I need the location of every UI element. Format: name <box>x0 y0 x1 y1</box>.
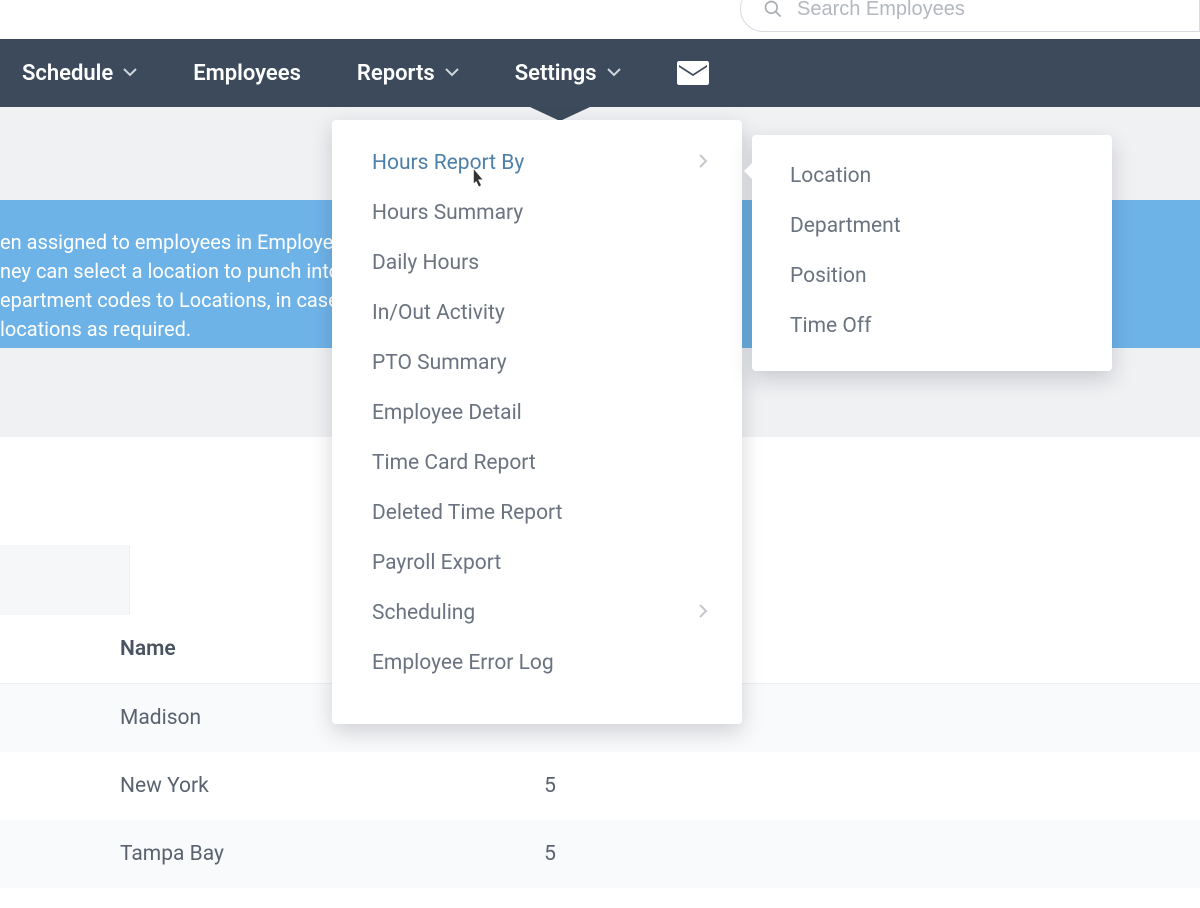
menu-payroll-export[interactable]: Payroll Export <box>332 538 742 588</box>
nav-reports[interactable]: Reports <box>357 39 459 107</box>
mail-icon <box>677 61 709 85</box>
search-icon <box>763 0 783 19</box>
table-row[interactable]: New York 5 <box>0 752 1200 820</box>
tab-block[interactable] <box>0 545 130 615</box>
chevron-down-icon <box>607 65 621 81</box>
table-row[interactable]: Tampa Bay 5 <box>0 820 1200 888</box>
nav-active-arrow <box>530 107 590 121</box>
menu-label: Payroll Export <box>372 551 501 575</box>
menu-label: Scheduling <box>372 601 475 625</box>
menu-employee-detail[interactable]: Employee Detail <box>332 388 742 438</box>
menu-label: Hours Report By <box>372 151 524 175</box>
cell-value: 5 <box>500 842 600 866</box>
nav-reports-label: Reports <box>357 61 435 86</box>
submenu-position[interactable]: Position <box>752 251 1112 301</box>
submenu-notch <box>744 161 754 181</box>
hours-report-by-submenu: Location Department Position Time Off <box>752 135 1112 371</box>
menu-scheduling[interactable]: Scheduling <box>332 588 742 638</box>
menu-pto-summary[interactable]: PTO Summary <box>332 338 742 388</box>
chevron-down-icon <box>123 65 137 81</box>
submenu-time-off[interactable]: Time Off <box>752 301 1112 351</box>
menu-label: Time Card Report <box>372 451 536 475</box>
menu-label: Daily Hours <box>372 251 479 275</box>
menu-label: Deleted Time Report <box>372 501 563 525</box>
search-field-wrap[interactable] <box>740 0 1200 32</box>
submenu-department[interactable]: Department <box>752 201 1112 251</box>
chevron-down-icon <box>445 65 459 81</box>
menu-daily-hours[interactable]: Daily Hours <box>332 238 742 288</box>
nav-schedule[interactable]: Schedule <box>22 39 137 107</box>
menu-time-card-report[interactable]: Time Card Report <box>332 438 742 488</box>
menu-label: Employee Error Log <box>372 651 554 675</box>
nav-settings[interactable]: Settings <box>515 39 621 107</box>
nav-employees[interactable]: Employees <box>193 39 301 107</box>
search-input[interactable] <box>797 0 1199 21</box>
nav-schedule-label: Schedule <box>22 61 113 86</box>
menu-hours-report-by[interactable]: Hours Report By <box>332 138 742 188</box>
menu-in-out-activity[interactable]: In/Out Activity <box>332 288 742 338</box>
nav-employees-label: Employees <box>193 61 301 86</box>
menu-label: In/Out Activity <box>372 301 505 325</box>
cell-name: Tampa Bay <box>120 842 500 866</box>
menu-label: PTO Summary <box>372 351 507 375</box>
menu-employee-error-log[interactable]: Employee Error Log <box>332 638 742 688</box>
top-bar <box>0 0 1200 39</box>
main-navbar: Schedule Employees Reports Settings <box>0 39 1200 107</box>
reports-dropdown: Hours Report By Hours Summary Daily Hour… <box>332 120 742 724</box>
nav-settings-label: Settings <box>515 61 597 86</box>
chevron-right-icon <box>698 153 708 173</box>
cell-value: 5 <box>500 774 600 798</box>
menu-deleted-time-report[interactable]: Deleted Time Report <box>332 488 742 538</box>
menu-label: Hours Summary <box>372 201 523 225</box>
submenu-location[interactable]: Location <box>752 151 1112 201</box>
cell-name: New York <box>120 774 500 798</box>
menu-label: Employee Detail <box>372 401 522 425</box>
nav-mail[interactable] <box>677 39 709 107</box>
chevron-right-icon <box>698 603 708 623</box>
menu-hours-summary[interactable]: Hours Summary <box>332 188 742 238</box>
